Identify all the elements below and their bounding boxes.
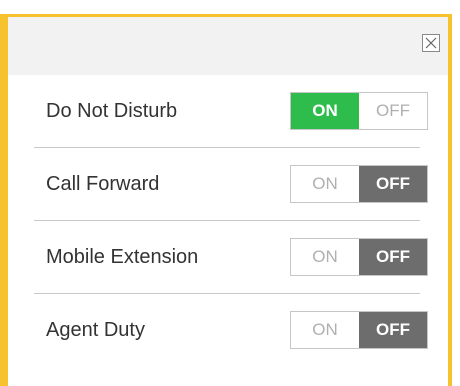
toggle-on-option[interactable]: ON <box>291 239 359 275</box>
settings-list: Do Not Disturb ON OFF Call Forward ON OF… <box>34 75 428 367</box>
toggle-off-option[interactable]: OFF <box>359 239 427 275</box>
mobile-extension-toggle[interactable]: ON OFF <box>290 238 428 276</box>
setting-label: Mobile Extension <box>46 246 199 268</box>
setting-row-mobile-extension: Mobile Extension ON OFF <box>34 221 428 294</box>
toggle-off-option[interactable]: OFF <box>359 93 427 129</box>
agent-duty-toggle[interactable]: ON OFF <box>290 311 428 349</box>
panel-header <box>8 17 448 75</box>
toggle-on-option[interactable]: ON <box>291 312 359 348</box>
close-button[interactable] <box>422 34 440 52</box>
setting-label: Do Not Disturb <box>46 100 178 122</box>
setting-row-do-not-disturb: Do Not Disturb ON OFF <box>34 75 428 148</box>
toggle-on-option[interactable]: ON <box>291 93 359 129</box>
status-settings-panel: Do Not Disturb ON OFF Call Forward ON OF… <box>0 14 452 386</box>
do-not-disturb-toggle[interactable]: ON OFF <box>290 92 428 130</box>
toggle-off-option[interactable]: OFF <box>359 166 427 202</box>
toggle-on-option[interactable]: ON <box>291 166 359 202</box>
toggle-off-option[interactable]: OFF <box>359 312 427 348</box>
setting-row-agent-duty: Agent Duty ON OFF <box>34 294 428 367</box>
setting-label: Call Forward <box>46 173 160 195</box>
setting-row-call-forward: Call Forward ON OFF <box>34 148 428 221</box>
close-icon <box>425 37 437 49</box>
setting-label: Agent Duty <box>46 319 145 341</box>
call-forward-toggle[interactable]: ON OFF <box>290 165 428 203</box>
